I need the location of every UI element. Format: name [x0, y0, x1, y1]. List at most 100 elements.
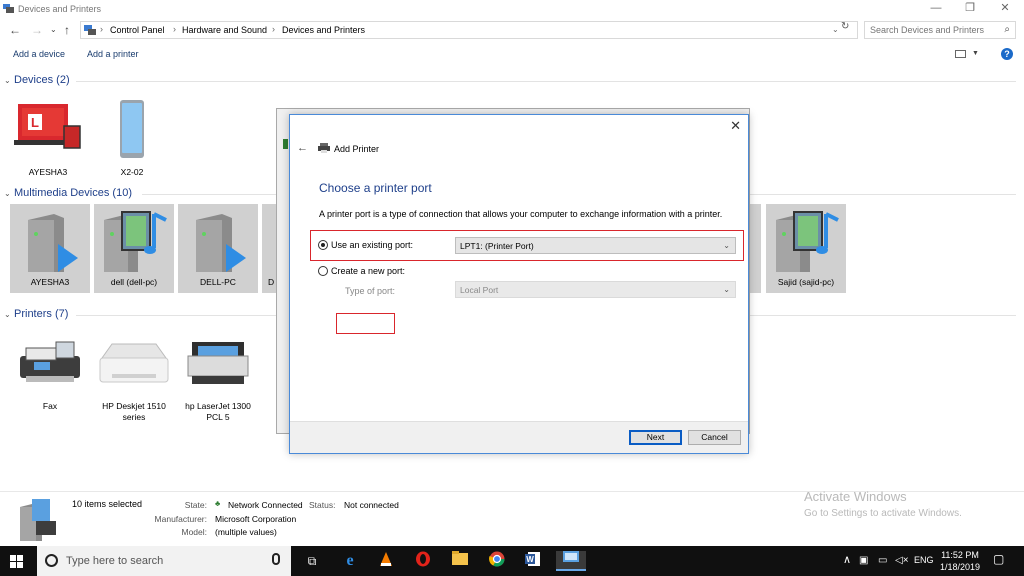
printer-hp-laserjet-1300[interactable]: hp LaserJet 1300 PCL 5: [178, 332, 258, 428]
laser-printer-icon: [187, 342, 249, 384]
taskbar-search-box[interactable]: Type here to search: [37, 546, 291, 576]
add-printer-button[interactable]: Add a printer: [87, 49, 139, 59]
address-dropdown-chevron-icon[interactable]: ⌄: [832, 25, 839, 34]
multimedia-device-partial[interactable]: D: [262, 204, 276, 293]
search-icon[interactable]: ⌕: [1004, 24, 1010, 35]
language-indicator[interactable]: ENG: [914, 555, 934, 565]
use-existing-port-label[interactable]: Use an existing port:: [331, 240, 413, 250]
edge-browser-icon[interactable]: e: [338, 551, 362, 571]
device-ayesha3[interactable]: L AYESHA3: [12, 100, 84, 180]
manufacturer-label: Manufacturer:: [154, 514, 207, 524]
refresh-icon[interactable]: ↻: [841, 21, 849, 32]
printer-fax[interactable]: Fax: [12, 332, 88, 428]
svg-text:W: W: [526, 555, 534, 564]
breadcrumb-separator-icon: ›: [173, 24, 176, 34]
view-options-chevron-icon[interactable]: ▼: [972, 50, 979, 57]
media-library-icon: [104, 211, 167, 272]
notifications-icon[interactable]: ▢: [993, 552, 1004, 566]
taskbar: Type here to search ⧉ e W ∧ ▣ ▭ ◁× ENG 1…: [0, 546, 1024, 576]
cortana-icon: [45, 554, 58, 567]
task-view-icon[interactable]: ⧉: [300, 551, 324, 571]
breadcrumb-control-panel[interactable]: Control Panel: [110, 25, 165, 35]
cancel-button[interactable]: Cancel: [688, 430, 741, 445]
word-app-icon[interactable]: W: [521, 551, 545, 571]
media-server-icon: [196, 214, 246, 272]
back-arrow-icon[interactable]: ←: [9, 23, 21, 37]
device-label: DELL-PC: [200, 277, 236, 287]
devices-section-header[interactable]: ⌄ Devices (2): [4, 74, 70, 86]
use-existing-port-radio[interactable]: [318, 240, 328, 250]
battery-tray-icon[interactable]: ▭: [878, 555, 887, 566]
printer-hp-deskjet-1510[interactable]: HP Deskjet 1510 series: [92, 332, 176, 428]
opera-browser-icon[interactable]: [411, 551, 435, 571]
multimedia-device-dell[interactable]: dell (dell-pc): [94, 204, 174, 293]
breadcrumb-separator-icon: ›: [272, 24, 275, 34]
recent-locations-chevron-icon[interactable]: ⌄: [50, 25, 57, 34]
device-label: AYESHA3: [30, 277, 70, 287]
activate-windows-hint: Go to Settings to activate Windows.: [804, 508, 962, 519]
svg-text:L: L: [31, 115, 39, 130]
window-title: Devices and Printers: [18, 4, 102, 14]
show-hidden-icons-chevron-icon[interactable]: ∧: [843, 553, 851, 566]
change-view-icon[interactable]: [955, 50, 966, 58]
printer-label-line2: series: [122, 412, 146, 422]
help-icon[interactable]: ?: [1001, 48, 1013, 60]
next-button[interactable]: Next: [629, 430, 682, 445]
type-of-port-select[interactable]: Local Port ⌄: [455, 281, 736, 298]
chevron-down-icon: ⌄: [723, 285, 730, 294]
chevron-down-icon: ⌄: [723, 241, 730, 250]
device-x2-02[interactable]: X2-02: [96, 100, 168, 180]
volume-muted-icon[interactable]: ◁×: [895, 555, 909, 566]
vlc-player-icon[interactable]: [374, 551, 398, 571]
background-window-icon: [283, 139, 288, 149]
control-panel-taskbar-icon[interactable]: [556, 551, 586, 571]
devices-printers-app-icon: [3, 4, 14, 13]
dialog-description: A printer port is a type of connection t…: [319, 209, 723, 219]
chrome-browser-icon[interactable]: [485, 551, 509, 571]
dialog-close-icon[interactable]: ✕: [730, 118, 741, 134]
multimedia-device-sajid[interactable]: Sajid (sajid-pc): [766, 204, 846, 293]
restore-button[interactable]: ❐: [963, 2, 977, 14]
computer-icon: L: [14, 104, 81, 149]
multimedia-section-header[interactable]: ⌄ Multimedia Devices (10): [4, 187, 132, 199]
printer-label: hp LaserJet 1300: [185, 401, 251, 411]
search-input[interactable]: [865, 22, 993, 38]
existing-port-select[interactable]: LPT1: (Printer Port) ⌄: [455, 237, 736, 254]
close-button[interactable]: ✕: [998, 2, 1012, 14]
type-of-port-label: Type of port:: [345, 286, 396, 296]
forward-arrow-icon[interactable]: →: [31, 23, 43, 37]
printer-label: Fax: [42, 401, 58, 411]
taskbar-clock[interactable]: 11:52 PM 1/18/2019: [937, 549, 983, 573]
state-label: State:: [184, 500, 207, 510]
microphone-icon[interactable]: [272, 553, 280, 565]
collapse-chevron-icon: ⌄: [4, 310, 11, 319]
title-bar: Devices and Printers — ❐ ✕: [0, 0, 1024, 18]
fax-icon: [20, 341, 80, 382]
multimedia-device-dell-pc[interactable]: DELL-PC: [178, 204, 258, 293]
clock-date: 1/18/2019: [939, 562, 981, 572]
create-new-port-radio[interactable]: [318, 266, 328, 276]
add-printer-dialog: ✕ ← Add Printer Choose a printer port A …: [289, 114, 749, 454]
network-tray-icon[interactable]: ▣: [859, 555, 868, 566]
file-explorer-icon[interactable]: [448, 551, 472, 571]
windows-start-icon[interactable]: [10, 555, 23, 568]
multimedia-device-ayesha3[interactable]: AYESHA3: [10, 204, 90, 293]
printers-section-header[interactable]: ⌄ Printers (7): [4, 308, 68, 320]
up-arrow-icon[interactable]: ↑: [64, 23, 70, 37]
add-device-button[interactable]: Add a device: [13, 49, 65, 59]
model-value: (multiple values): [215, 527, 277, 537]
create-new-port-label[interactable]: Create a new port:: [331, 266, 405, 276]
selected-devices-icon: [20, 499, 56, 541]
selection-count: 10 items selected: [72, 499, 143, 509]
devices-and-printers-window: Devices and Printers — ❐ ✕ ← → ⌄ ↑ › Con…: [0, 0, 1024, 576]
search-box[interactable]: ⌕: [864, 21, 1016, 39]
address-bar[interactable]: › Control Panel › Hardware and Sound › D…: [80, 21, 858, 39]
breadcrumb-hardware-and-sound[interactable]: Hardware and Sound: [182, 25, 267, 35]
printer-icon: [318, 143, 330, 153]
device-label: AYESHA3: [28, 167, 68, 177]
breadcrumb-devices-and-printers[interactable]: Devices and Printers: [282, 25, 365, 35]
minimize-button[interactable]: —: [929, 2, 943, 14]
multimedia-device-partial-right[interactable]: [750, 204, 761, 293]
printer-label-line2: PCL 5: [206, 412, 230, 422]
dialog-back-arrow-icon[interactable]: ←: [297, 142, 308, 154]
